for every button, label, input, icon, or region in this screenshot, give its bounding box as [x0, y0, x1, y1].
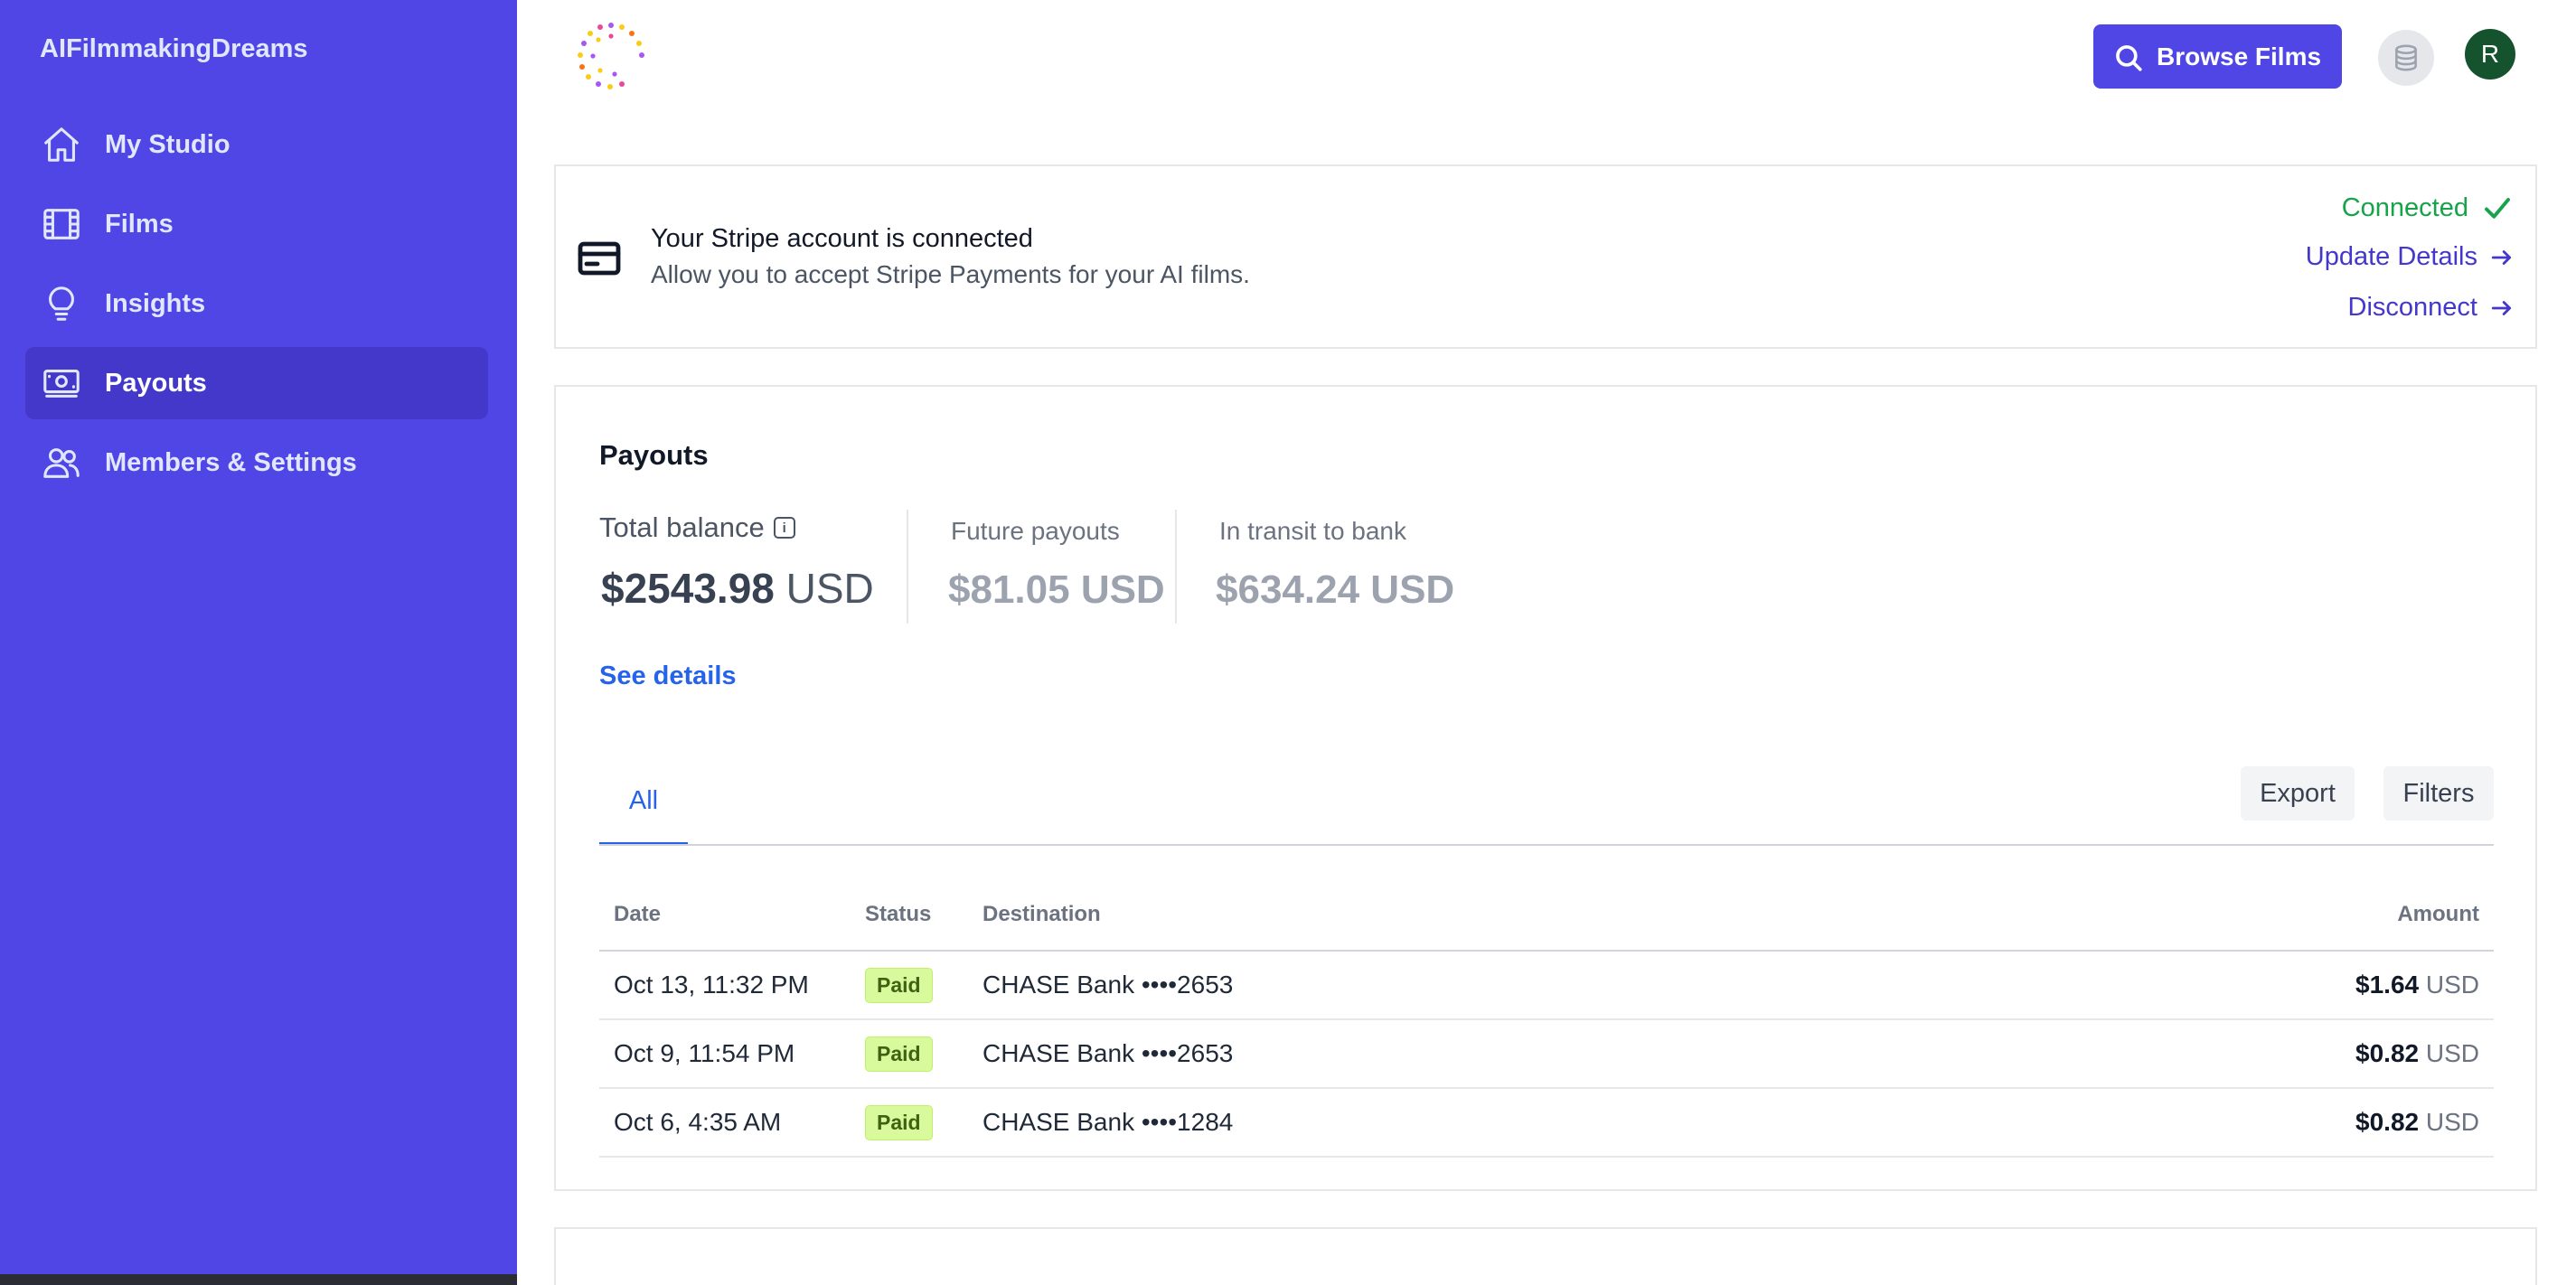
table-row[interactable]: Oct 13, 11:32 PM Paid CHASE Bank ••••265… — [599, 951, 2494, 1020]
future-payouts-text: Future payouts — [951, 517, 1120, 545]
loading-spinner-icon — [575, 20, 647, 92]
payout-amount: $0.82 USD — [1954, 1019, 2494, 1089]
payouts-title: Payouts — [599, 439, 709, 471]
lightbulb-icon — [40, 282, 83, 325]
home-icon — [40, 123, 83, 166]
payout-amount-currency: USD — [2425, 1108, 2479, 1136]
total-balance-text: Total balance — [599, 511, 765, 543]
payout-date: Oct 6, 4:35 AM — [599, 1088, 851, 1158]
next-section-card — [554, 1227, 2537, 1285]
payout-destination: CHASE Bank ••••2653 — [968, 1019, 1955, 1089]
payout-amount-value: $1.64 — [2355, 971, 2420, 999]
payout-status: Paid — [851, 951, 968, 1020]
payouts-card: Payouts Total balance i $2543.98 USD Fut… — [554, 385, 2537, 1191]
tabs-divider — [599, 844, 2494, 846]
film-icon — [40, 202, 83, 246]
total-balance-currency: USD — [785, 565, 874, 612]
payout-amount-value: $0.82 — [2355, 1039, 2420, 1067]
sidebar-item-payouts[interactable]: Payouts — [25, 347, 488, 419]
disconnect-label: Disconnect — [2347, 293, 2477, 322]
sidebar-item-label: My Studio — [105, 129, 230, 159]
column-header-date[interactable]: Date — [599, 878, 851, 952]
banknote-icon — [40, 361, 83, 405]
info-icon[interactable]: i — [773, 517, 795, 539]
future-payouts-label: Future payouts — [951, 517, 1120, 546]
table-row[interactable]: Oct 6, 4:35 AM Paid CHASE Bank ••••1284 … — [599, 1088, 2494, 1158]
payouts-table: Date Status Destination Amount Oct 13, 1… — [599, 878, 2494, 1158]
update-details-link[interactable]: Update Details — [2306, 242, 2514, 272]
stripe-connection-card: Your Stripe account is connected Allow y… — [554, 164, 2537, 349]
payout-amount: $1.64 USD — [1954, 951, 2494, 1020]
arrow-right-icon — [2491, 249, 2512, 265]
total-balance-label: Total balance i — [599, 511, 795, 544]
in-transit-value: $634.24 USD — [1216, 567, 1454, 613]
tab-all[interactable]: All — [599, 759, 688, 846]
database-icon — [2395, 44, 2417, 71]
sidebar: AIFilmmakingDreams My Studio Films Insig… — [0, 0, 517, 1285]
column-header-amount[interactable]: Amount — [1954, 878, 2494, 952]
search-icon — [2116, 45, 2142, 71]
stripe-subtitle: Allow you to accept Stripe Payments for … — [651, 260, 1250, 288]
sidebar-item-label: Payouts — [105, 368, 207, 398]
database-button[interactable] — [2378, 30, 2434, 86]
credit-card-icon — [578, 240, 621, 277]
payout-amount-value: $0.82 — [2355, 1108, 2420, 1136]
avatar[interactable]: R — [2465, 29, 2515, 80]
future-payouts-amount: $81.05 — [948, 567, 1070, 612]
users-icon — [40, 441, 83, 484]
status-badge: Paid — [865, 1036, 933, 1072]
future-payouts-currency: USD — [1080, 567, 1165, 612]
stripe-title: Your Stripe account is connected — [651, 224, 1033, 253]
filters-button[interactable]: Filters — [2383, 766, 2494, 821]
sidebar-item-label: Films — [105, 209, 174, 239]
total-balance-amount: $2543.98 — [601, 565, 775, 612]
browse-films-label: Browse Films — [2157, 42, 2322, 70]
divider — [907, 510, 908, 624]
status-badge: Paid — [865, 1104, 933, 1140]
export-button[interactable]: Export — [2241, 766, 2355, 821]
in-transit-amount: $634.24 — [1216, 567, 1360, 612]
in-transit-label: In transit to bank — [1219, 517, 1406, 546]
payout-status: Paid — [851, 1019, 968, 1089]
payout-date: Oct 9, 11:54 PM — [599, 1019, 851, 1089]
update-details-label: Update Details — [2305, 242, 2477, 271]
sidebar-footer-strip — [0, 1274, 517, 1285]
total-balance-value: $2543.98 USD — [601, 564, 874, 613]
future-payouts-value: $81.05 USD — [948, 567, 1165, 613]
in-transit-currency: USD — [1370, 567, 1455, 612]
payout-amount-currency: USD — [2425, 971, 2479, 999]
status-badge: Paid — [865, 967, 933, 1003]
in-transit-text: In transit to bank — [1219, 517, 1407, 545]
table-header-row: Date Status Destination Amount — [599, 878, 2494, 952]
column-header-destination[interactable]: Destination — [968, 878, 1955, 952]
payout-amount-currency: USD — [2425, 1039, 2479, 1067]
payout-amount: $0.82 USD — [1954, 1088, 2494, 1158]
sidebar-item-films[interactable]: Films — [25, 188, 488, 260]
payout-destination: CHASE Bank ••••1284 — [968, 1088, 1955, 1158]
checkmark-icon — [2485, 198, 2510, 219]
brand-name[interactable]: AIFilmmakingDreams — [40, 34, 308, 64]
sidebar-item-insights[interactable]: Insights — [25, 267, 488, 340]
payout-date: Oct 13, 11:32 PM — [599, 951, 851, 1020]
sidebar-item-label: Members & Settings — [105, 447, 357, 477]
divider — [1175, 510, 1177, 624]
column-header-status[interactable]: Status — [851, 878, 968, 952]
payout-destination: CHASE Bank ••••2653 — [968, 951, 1955, 1020]
sidebar-item-members-settings[interactable]: Members & Settings — [25, 427, 488, 499]
browse-films-button[interactable]: Browse Films — [2093, 24, 2342, 89]
sidebar-item-label: Insights — [105, 288, 206, 318]
arrow-right-icon — [2491, 300, 2512, 315]
see-details-link[interactable]: See details — [599, 661, 737, 691]
disconnect-link[interactable]: Disconnect — [2348, 293, 2514, 323]
table-row[interactable]: Oct 9, 11:54 PM Paid CHASE Bank ••••2653… — [599, 1019, 2494, 1089]
connected-status: Connected — [2342, 192, 2514, 224]
connected-label: Connected — [2341, 192, 2468, 222]
sidebar-item-my-studio[interactable]: My Studio — [25, 108, 488, 181]
payout-status: Paid — [851, 1088, 968, 1158]
